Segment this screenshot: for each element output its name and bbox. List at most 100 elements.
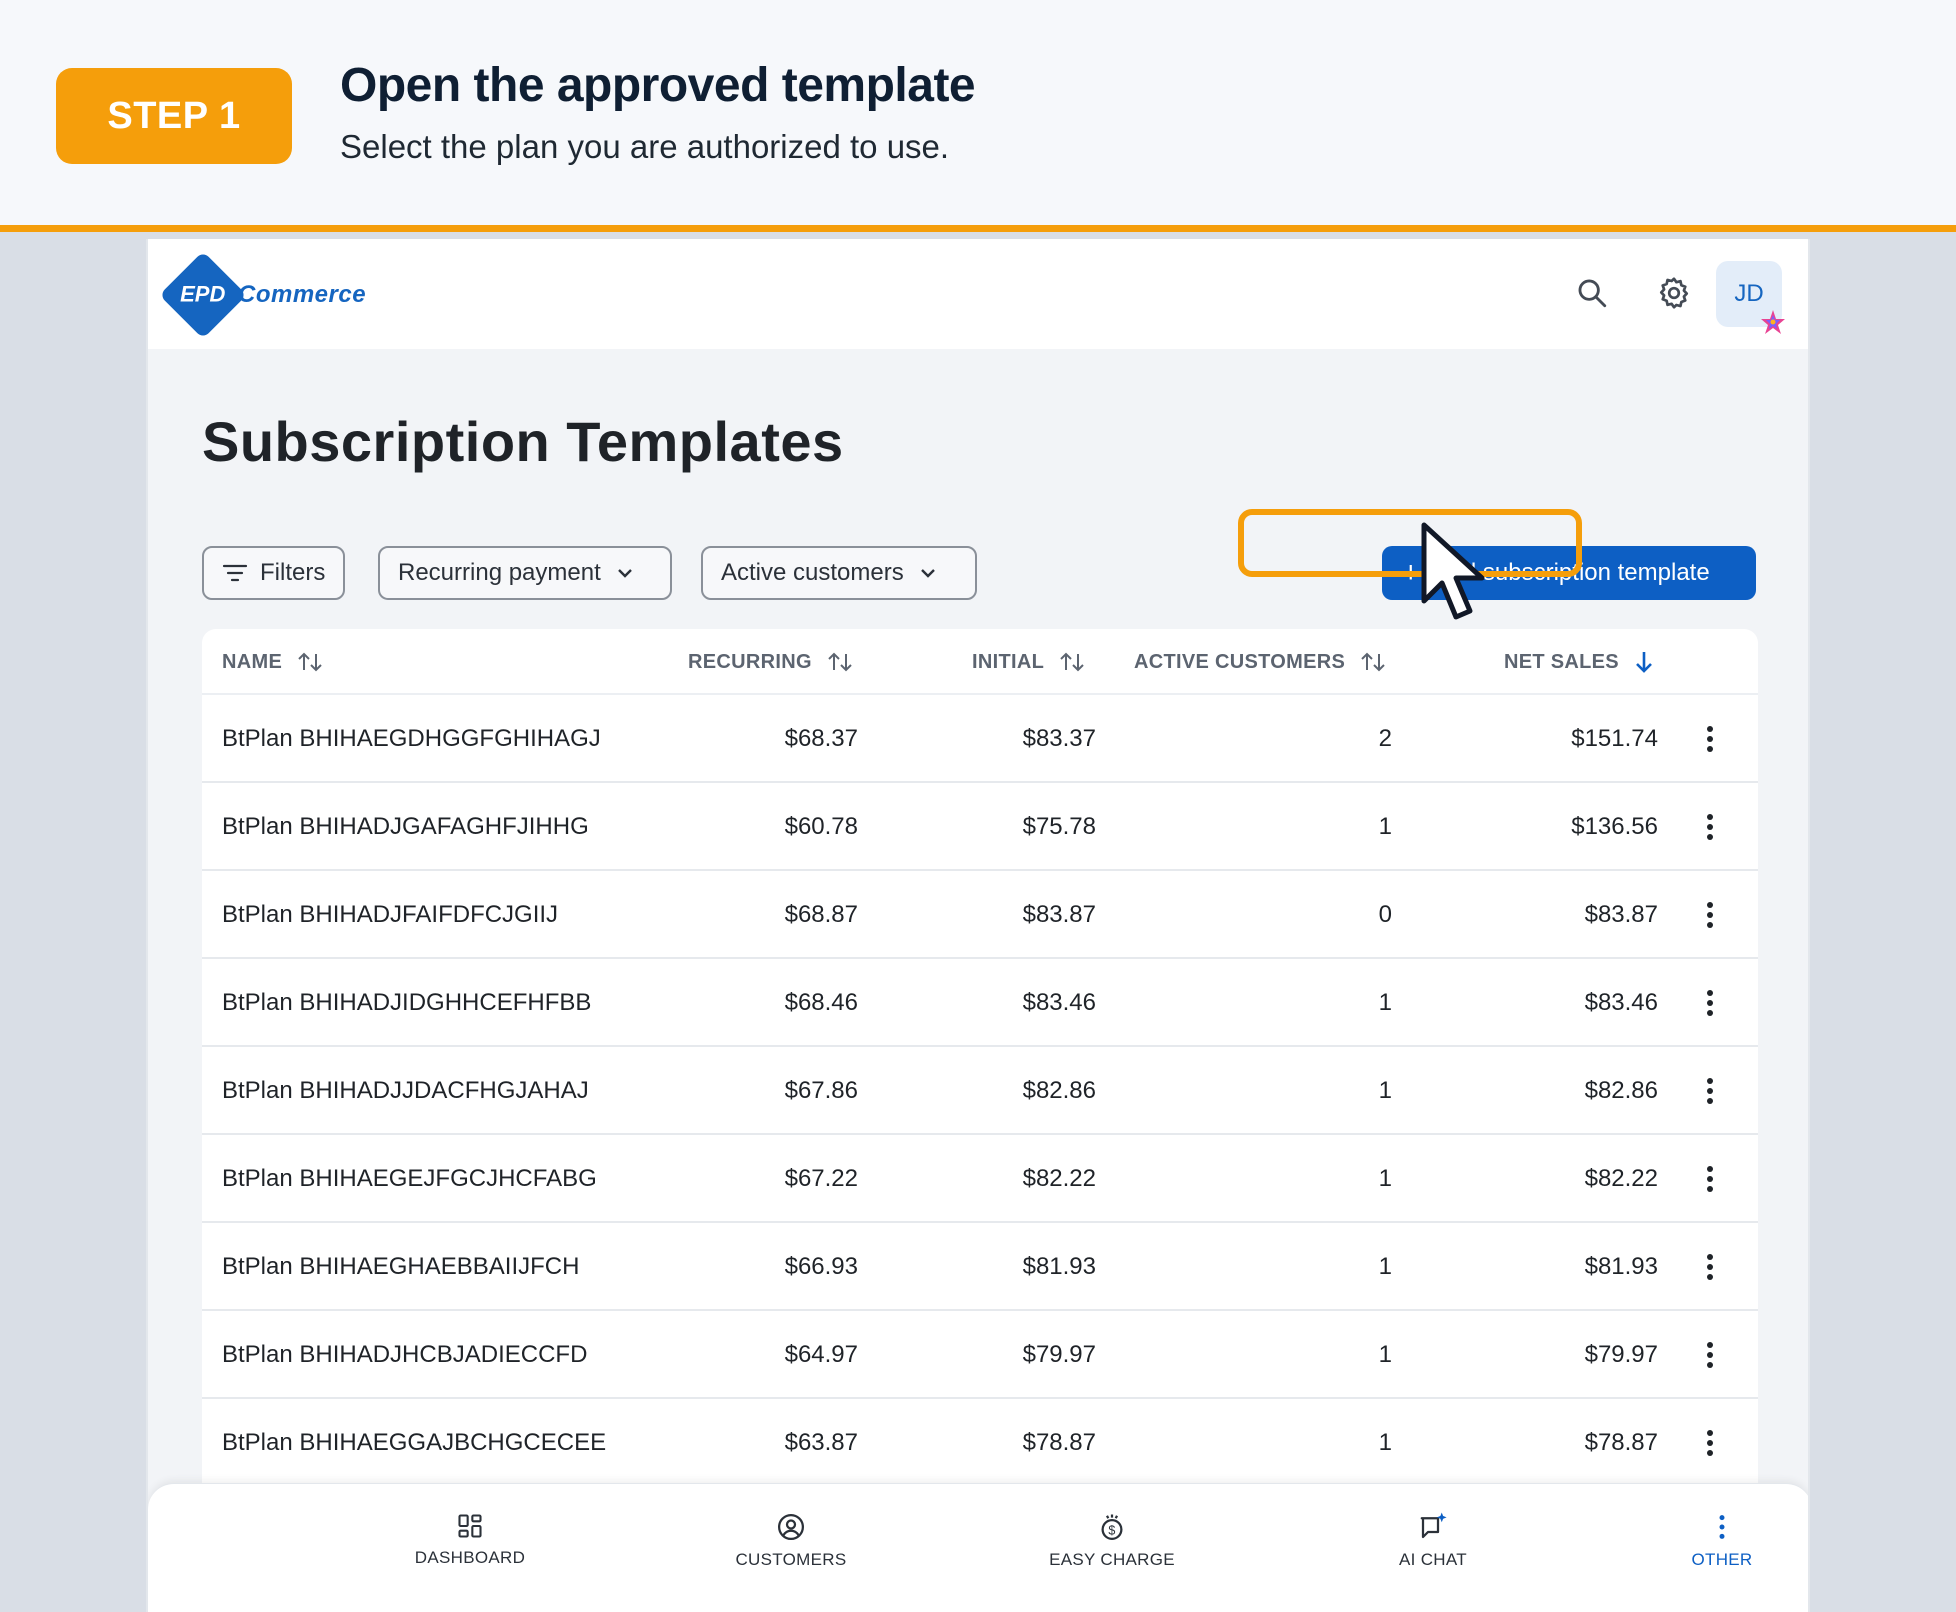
template-name-cell-text: BtPlan BHIHAEGEJFGCJHCFABG [222,1165,597,1192]
column-header-net-sales-label: NET SALES [1504,650,1619,673]
nav-dashboard[interactable]: DASHBOARD [370,1512,570,1568]
initial-cell-text: $82.86 [1022,1077,1096,1104]
net-sales-cell: $83.87 [1538,871,1658,959]
recurring-cell-text: $66.93 [784,1253,858,1280]
net-sales-cell-text: $82.86 [1584,1077,1658,1104]
initial-cell-text: $78.87 [1022,1429,1096,1456]
active-customers-cell-text: 1 [1378,1253,1392,1280]
template-name-cell-text: BtPlan BHIHADJJDACFHGJAHAJ [222,1077,589,1104]
row-menu-icon[interactable] [1700,783,1720,871]
table-row[interactable]: BtPlan BHIHAEGGAJBCHGCECEE $63.87 $78.87 1 $… [202,1399,1758,1487]
filters-label: Filters [260,559,326,586]
template-name-cell: BtPlan BHIHAEGDHGGFGHIHAGJ [222,695,601,783]
column-header-name[interactable]: NAME [222,629,324,695]
gear-icon[interactable] [1650,269,1698,317]
table-row[interactable]: BtPlan BHIHAEGHAEBBAIIJFCH $66.93 $81.93 1 $… [202,1223,1758,1311]
column-header-name-label: NAME [222,650,283,673]
template-name-cell: BtPlan BHIHADJFAIFDFCJGIIJ [222,871,558,959]
template-name-cell-text: BtPlan BHIHADJFAIFDFCJGIIJ [222,901,559,928]
net-sales-cell-text: $151.74 [1571,725,1658,752]
nav-easy-charge[interactable]: $ EASY CHARGE [1012,1512,1212,1570]
nav-other[interactable]: OTHER [1622,1512,1808,1570]
chevron-down-icon [615,566,635,580]
initial-cell-text: $83.46 [1022,989,1096,1016]
nav-ai-chat[interactable]: AI CHAT [1333,1512,1533,1570]
table-row[interactable]: BtPlan BHIHADJGAFAGHFJIHHG $60.78 $75.78 1 $… [202,783,1758,871]
row-menu-icon[interactable] [1700,1311,1720,1399]
net-sales-cell: $81.93 [1538,1223,1658,1311]
active-customers-cell: 1 [1379,1047,1392,1135]
table-row[interactable]: BtPlan BHIHADJHCBJADIECCFD $64.97 $79.97 1 $… [202,1311,1758,1399]
net-sales-cell: $151.74 [1538,695,1658,783]
active-customers-cell: 2 [1379,695,1392,783]
row-menu-icon[interactable] [1700,1135,1720,1223]
active-customers-cell: 1 [1379,1135,1392,1223]
initial-cell: $83.37 [1023,695,1096,783]
column-header-recurring[interactable]: RECURRING [688,629,854,695]
step-badge: STEP 1 [56,68,292,164]
ai-badge-icon [1758,307,1788,337]
row-menu-icon[interactable] [1700,1399,1720,1487]
active-customers-cell-text: 2 [1378,725,1392,752]
net-sales-cell-text: $81.93 [1584,1253,1658,1280]
net-sales-cell-text: $79.97 [1584,1341,1658,1368]
tutorial-highlight [1238,509,1582,577]
step-banner: STEP 1 Open the approved template Select… [0,0,1956,232]
column-header-net-sales[interactable]: NET SALES [1504,629,1655,695]
initial-cell: $81.93 [1023,1223,1096,1311]
row-menu-icon[interactable] [1700,871,1720,959]
filters-button[interactable]: Filters [202,546,346,600]
initial-cell-text: $83.37 [1022,725,1096,752]
bottom-navigation: DASHBOARD CUSTOMERS $ EASY CHARGE AI CHA… [148,1483,1808,1612]
column-header-recurring-label: RECURRING [688,650,812,673]
nav-dashboard-label: DASHBOARD [414,1548,526,1567]
sort-icon [1361,652,1385,672]
row-menu-icon[interactable] [1700,1223,1720,1311]
initial-cell: $75.78 [1023,783,1096,871]
customer-scope-select[interactable]: Active customers [701,546,977,600]
column-header-active-customers-label: ACTIVE CUSTOMERS [1134,650,1346,673]
row-menu-icon[interactable] [1700,959,1720,1047]
nav-other-label: OTHER [1691,1550,1753,1569]
sort-descending-icon [1636,652,1652,673]
net-sales-cell: $79.97 [1538,1311,1658,1399]
table-row[interactable]: BtPlan BHIHADJIDGHHCEFHFBB $68.46 $83.46 1 $… [202,959,1758,1047]
row-menu-icon[interactable] [1700,1047,1720,1135]
logo-wordmark: Commerce [238,281,367,308]
recurring-cell: $67.86 [785,1047,858,1135]
row-menu-icon[interactable] [1700,695,1720,783]
recurring-cell-text: $67.86 [784,1077,858,1104]
initial-cell-text: $83.87 [1022,901,1096,928]
template-name-cell-text: BtPlan BHIHADJIDGHHCEFHFBB [222,989,592,1016]
payment-type-select[interactable]: Recurring payment [378,546,672,600]
recurring-cell-text: $68.46 [784,989,858,1016]
step-subtitle: Select the plan you are authorized to us… [340,128,950,165]
filter-icon [222,563,248,583]
active-customers-cell: 1 [1379,1311,1392,1399]
recurring-cell-text: $60.78 [784,813,858,840]
active-customers-cell: 1 [1379,1223,1392,1311]
template-name-cell: BtPlan BHIHADJGAFAGHFJIHHG [222,783,589,871]
logo-mark-text: EPD [180,282,226,307]
sort-icon [828,652,852,672]
template-name-cell-text: BtPlan BHIHAEGHAEBBAIIJFCH [222,1253,580,1280]
active-customers-cell-text: 1 [1378,1341,1392,1368]
template-name-cell-text: BtPlan BHIHADJGAFAGHFJIHHG [222,813,589,840]
recurring-cell: $64.97 [785,1311,858,1399]
table-row[interactable]: BtPlan BHIHAEGDHGGFGHIHAGJ $68.37 $83.37 2 $… [202,695,1758,783]
more-vertical-icon [1719,1515,1725,1539]
column-header-initial[interactable]: INITIAL [972,629,1086,695]
net-sales-cell: $136.56 [1538,783,1658,871]
table-row[interactable]: BtPlan BHIHADJJDACFHGJAHAJ $67.86 $82.86 1 $… [202,1047,1758,1135]
easy-charge-icon: $ [1101,1514,1123,1540]
epd-commerce-logo[interactable]: EPD Commerce [159,251,367,339]
search-icon[interactable] [1568,269,1616,317]
net-sales-cell-text: $83.87 [1584,901,1658,928]
active-customers-cell-text: 1 [1378,813,1392,840]
table-row[interactable]: BtPlan BHIHAEGEJFGCJHCFABG $67.22 $82.22 1 $… [202,1135,1758,1223]
active-customers-cell-text: 1 [1378,1165,1392,1192]
table-row[interactable]: BtPlan BHIHADJFAIFDFCJGIIJ $68.87 $83.87 0 $… [202,871,1758,959]
active-customers-cell-text: 1 [1378,1429,1392,1456]
column-header-active-customers[interactable]: ACTIVE CUSTOMERS [1134,629,1387,695]
nav-customers[interactable]: CUSTOMERS [691,1512,891,1570]
